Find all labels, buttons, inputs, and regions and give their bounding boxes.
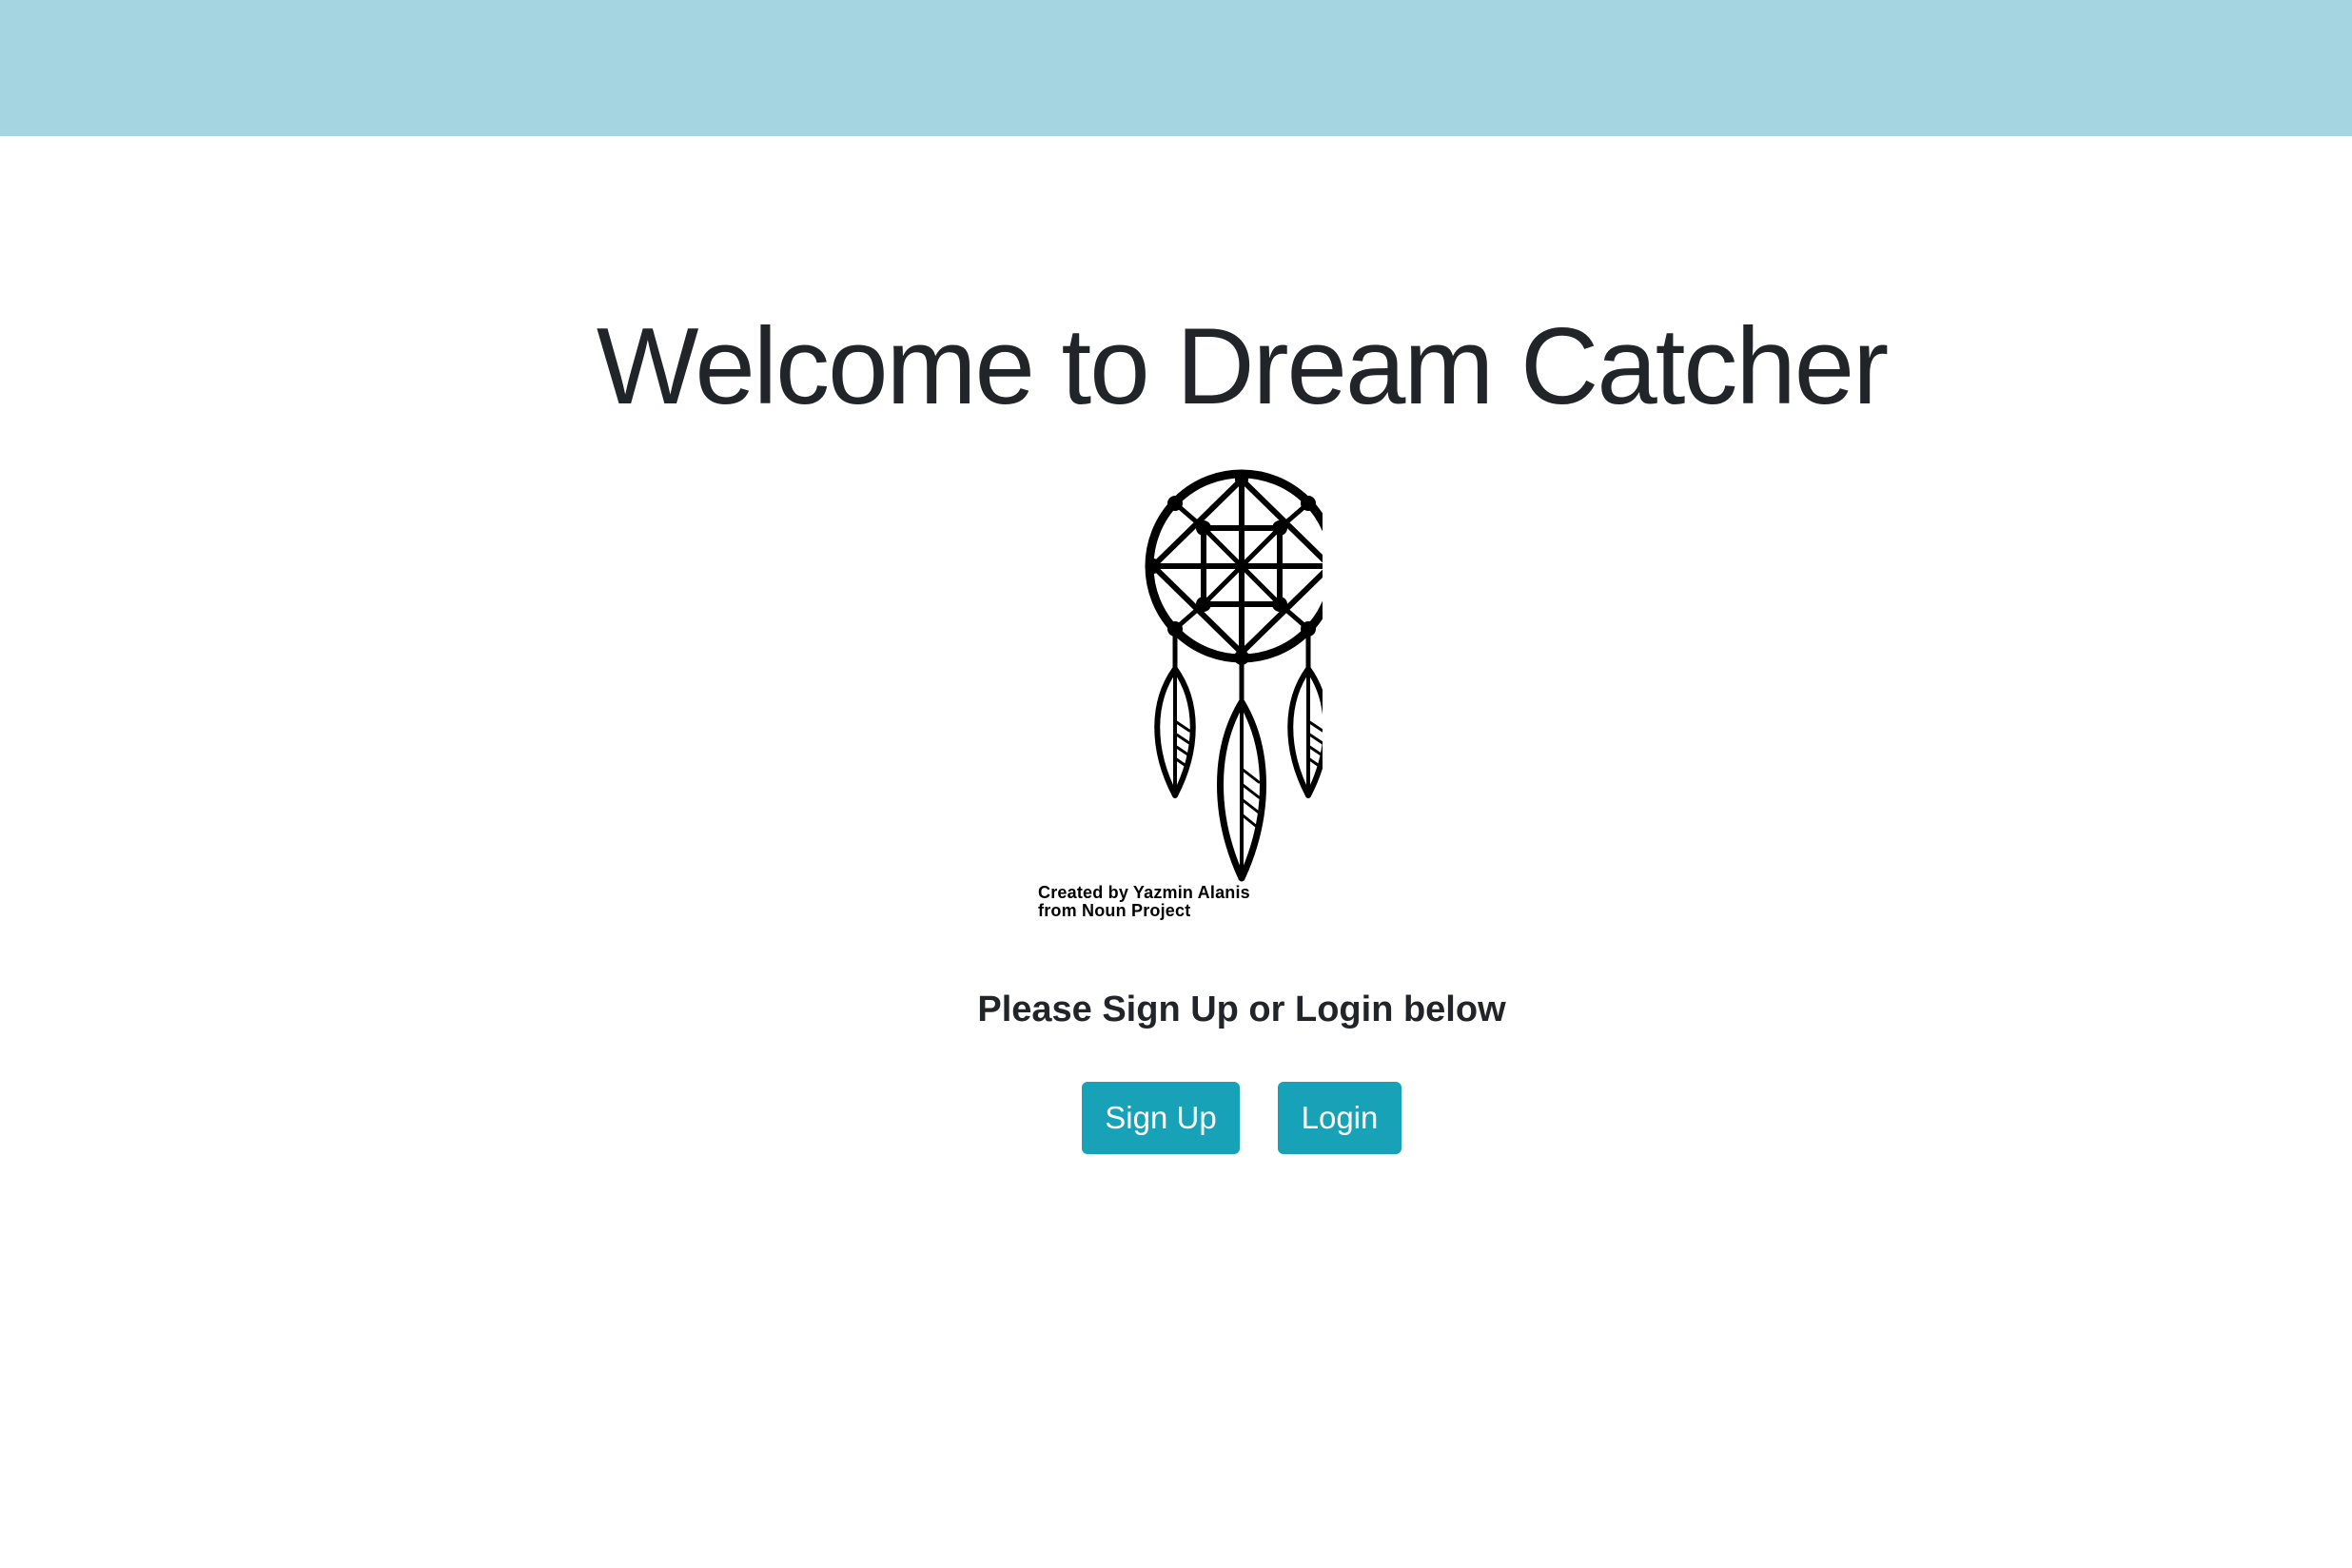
main-content: Welcome to Dream Catcher Created by Yazm… [0, 136, 2352, 1568]
sign-up-button[interactable]: Sign Up [1082, 1082, 1240, 1154]
dream-catcher-icon [1145, 469, 1323, 882]
login-button[interactable]: Login [1278, 1082, 1401, 1154]
signup-login-prompt: Please Sign Up or Login below [977, 990, 1506, 1029]
page-title: Welcome to Dream Catcher [596, 306, 1889, 427]
dream-catcher-logo [1037, 464, 1323, 1064]
logo-credit: Created by Yazmin Alanis from Noun Proje… [1038, 884, 1250, 920]
credit-author: Created by Yazmin Alanis [1038, 883, 1250, 902]
top-navbar [0, 0, 2352, 136]
credit-source: from Noun Project [1038, 901, 1191, 920]
